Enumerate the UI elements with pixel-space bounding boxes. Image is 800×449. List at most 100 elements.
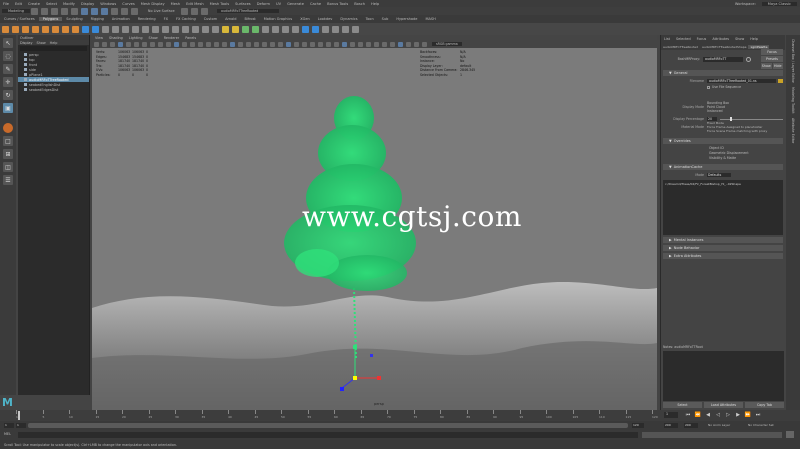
- section-general[interactable]: ▼ General: [663, 70, 783, 76]
- section-overrides[interactable]: ▼ Overrides: [663, 138, 783, 144]
- open-scene-icon[interactable]: [41, 7, 49, 15]
- viewport-panel[interactable]: View Shading Lighting Show Renderer Pane…: [92, 35, 657, 410]
- viewport-tool-icon[interactable]: [397, 41, 403, 47]
- name-field[interactable]: audioMRFoTTreeRooted: [217, 9, 280, 13]
- select-component-icon[interactable]: [101, 7, 109, 15]
- scale-tool-icon[interactable]: ▣: [3, 103, 13, 113]
- viewport-tool-icon[interactable]: [285, 41, 291, 47]
- slider-handle[interactable]: [730, 117, 733, 121]
- viewport-tool-icon[interactable]: [229, 41, 235, 47]
- notes-field[interactable]: [663, 351, 784, 401]
- node-name-field[interactable]: audioMRFoTT: [703, 56, 743, 62]
- new-scene-icon[interactable]: [31, 7, 39, 15]
- live-surface-label[interactable]: No Live Surface: [148, 9, 175, 13]
- menu-mesh-display[interactable]: Mesh Display: [141, 2, 165, 6]
- range-start-field[interactable]: 1: [4, 423, 14, 428]
- vp-menu-lighting[interactable]: Lighting: [129, 36, 143, 40]
- outliner-menu-display[interactable]: Display: [20, 41, 33, 45]
- viewport-tool-icon[interactable]: [317, 41, 323, 47]
- shelf-tool-icon[interactable]: [141, 25, 149, 33]
- menu-edit-mesh[interactable]: Edit Mesh: [186, 2, 204, 6]
- attr-menu-help[interactable]: Help: [747, 37, 761, 41]
- viewport-tool-icon[interactable]: [333, 41, 339, 47]
- node-tab-shape[interactable]: audioMRFoTTreeRootedShape: [700, 45, 748, 49]
- override-visibility[interactable]: Visibility & Matte: [709, 156, 785, 161]
- range-end-field[interactable]: 200: [664, 423, 678, 428]
- viewport-tool-icon[interactable]: [381, 41, 387, 47]
- undo-icon[interactable]: [61, 7, 69, 15]
- menu-edit[interactable]: Edit: [15, 2, 22, 6]
- tab-modeling-toolkit[interactable]: Modeling Toolkit: [791, 87, 795, 114]
- select-hierarchy-icon[interactable]: [81, 7, 89, 15]
- select-object-icon[interactable]: [91, 7, 99, 15]
- presets-button[interactable]: Presets: [761, 56, 783, 62]
- outliner-search[interactable]: [20, 46, 87, 51]
- shelf-tool-icon[interactable]: [41, 25, 49, 33]
- vp-menu-renderer[interactable]: Renderer: [164, 36, 179, 40]
- move-tool-icon[interactable]: ✛: [3, 77, 13, 87]
- viewport-tool-icon[interactable]: [245, 41, 251, 47]
- viewport-tool-icon[interactable]: [277, 41, 283, 47]
- menu-bosch[interactable]: Bosch: [354, 2, 365, 6]
- viewport-tool-icon[interactable]: [101, 41, 107, 47]
- render-icon[interactable]: [180, 7, 188, 15]
- radio-instanced[interactable]: Instanced: [707, 109, 729, 113]
- viewport-tool-icon[interactable]: [189, 41, 195, 47]
- menu-file[interactable]: File: [3, 2, 9, 6]
- shelf-tab-sculpting[interactable]: Sculpting: [62, 17, 86, 21]
- menu-windows[interactable]: Windows: [100, 2, 116, 6]
- viewport-tool-icon[interactable]: [341, 41, 347, 47]
- outliner-menu-help[interactable]: Help: [50, 41, 58, 45]
- viewport-tool-icon[interactable]: [181, 41, 187, 47]
- viewport-tool-icon[interactable]: [149, 41, 155, 47]
- layout-outliner-icon[interactable]: ☰: [3, 175, 13, 185]
- hide-button[interactable]: Hide: [772, 63, 783, 69]
- menu-help[interactable]: Help: [371, 2, 379, 6]
- shelf-tool-icon[interactable]: [201, 25, 209, 33]
- load-attributes-button[interactable]: Load Attributes: [704, 402, 743, 408]
- range-inner-end-field[interactable]: 120: [632, 423, 644, 428]
- snap-curve-icon[interactable]: [121, 7, 129, 15]
- shelf-tool-icon[interactable]: [171, 25, 179, 33]
- menu-uv[interactable]: UV: [276, 2, 281, 6]
- shelf-tool-icon[interactable]: [291, 25, 299, 33]
- layout-single-icon[interactable]: □: [3, 136, 13, 146]
- outliner-menu-show[interactable]: Show: [37, 41, 46, 45]
- attr-menu-attributes[interactable]: Attributes: [709, 37, 732, 41]
- snap-grid-icon[interactable]: [111, 7, 119, 15]
- shelf-tab-fx[interactable]: FX: [160, 17, 172, 21]
- viewport-tool-icon[interactable]: [165, 41, 171, 47]
- viewport-tool-icon[interactable]: [389, 41, 395, 47]
- viewport-tool-icon[interactable]: [125, 41, 131, 47]
- vp-menu-show[interactable]: Show: [149, 36, 158, 40]
- menu-generate[interactable]: Generate: [287, 2, 304, 6]
- shelf-tool-icon[interactable]: [101, 25, 109, 33]
- shelf-tool-icon[interactable]: [211, 25, 219, 33]
- cache-list-item[interactable]: c:/Dreamd/Trees/02/Fir_ForestBishop_Hi_.…: [665, 182, 781, 186]
- shelf-tool-icon[interactable]: [251, 25, 259, 33]
- shelf-tab-arnold[interactable]: Arnold: [221, 17, 240, 21]
- shelf-tab-xgen[interactable]: XGen: [296, 17, 313, 21]
- viewport-tool-icon[interactable]: [325, 41, 331, 47]
- shelf-tool-icon[interactable]: [121, 25, 129, 33]
- shelf-tool-icon[interactable]: [341, 25, 349, 33]
- shelf-tool-icon[interactable]: [11, 25, 19, 33]
- go-end-icon[interactable]: ⏭: [754, 412, 762, 418]
- copy-tab-button[interactable]: Copy Tab: [745, 402, 784, 408]
- shelf-tool-icon[interactable]: [311, 25, 319, 33]
- shelf-tool-icon[interactable]: [261, 25, 269, 33]
- shelf-tab-polygons[interactable]: Polygons: [38, 17, 63, 21]
- menu-deform[interactable]: Deform: [257, 2, 270, 6]
- time-slider[interactable]: 1 5 10 15 20 25 30 35 40 45 50 55 60 65 70 75 80 85 90 95 10…: [0, 410, 800, 421]
- current-frame-field[interactable]: 1: [664, 412, 678, 418]
- lasso-tool-icon[interactable]: ◌: [3, 51, 13, 61]
- select-button[interactable]: Select: [663, 402, 702, 408]
- attr-menu-show[interactable]: Show: [732, 37, 747, 41]
- step-back-key-icon[interactable]: ⏪: [694, 412, 702, 418]
- viewport-tool-icon[interactable]: [213, 41, 219, 47]
- shelf-tool-icon[interactable]: [131, 25, 139, 33]
- viewport-tool-icon[interactable]: [197, 41, 203, 47]
- node-tab-transform[interactable]: audioMRFoTTreeRooted: [661, 45, 700, 49]
- outliner-item[interactable]: seabedEdgesDist: [18, 87, 89, 92]
- shelf-tab-custom[interactable]: Custom: [200, 17, 221, 21]
